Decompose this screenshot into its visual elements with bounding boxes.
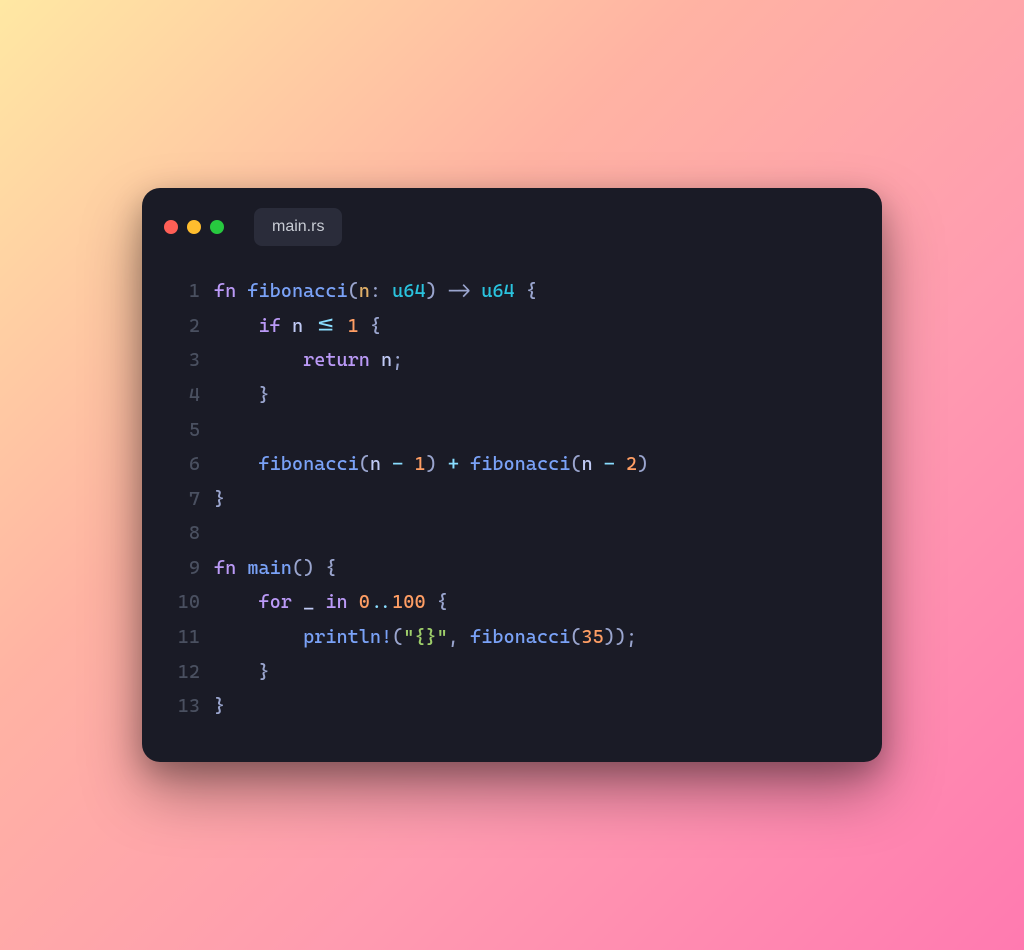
code-line: 1 fn fibonacci(n: u64) -> u64 { bbox=[158, 274, 858, 309]
code-line: 3 return n; bbox=[158, 343, 858, 378]
line-number: 11 bbox=[158, 620, 200, 655]
tab-title: main.rs bbox=[272, 218, 324, 235]
editor-window: main.rs 1 fn fibonacci(n: u64) -> u64 {2 … bbox=[142, 188, 882, 762]
close-icon[interactable] bbox=[164, 220, 178, 234]
minimize-icon[interactable] bbox=[187, 220, 201, 234]
code-content: for _ in 0..100 { bbox=[214, 585, 448, 620]
line-number: 5 bbox=[158, 413, 200, 448]
code-content: fibonacci(n - 1) + fibonacci(n - 2) bbox=[214, 447, 648, 482]
code-line: 2 if n <= 1 { bbox=[158, 309, 858, 344]
line-number: 12 bbox=[158, 655, 200, 690]
code-content: } bbox=[214, 655, 270, 690]
code-content: fn fibonacci(n: u64) -> u64 { bbox=[214, 274, 537, 309]
line-number: 9 bbox=[158, 551, 200, 586]
file-tab[interactable]: main.rs bbox=[254, 208, 342, 246]
traffic-lights bbox=[164, 220, 224, 234]
line-number: 1 bbox=[158, 274, 200, 309]
line-number: 13 bbox=[158, 689, 200, 724]
line-number: 8 bbox=[158, 516, 200, 551]
code-line: 5 bbox=[158, 413, 858, 448]
code-line: 10 for _ in 0..100 { bbox=[158, 585, 858, 620]
code-line: 6 fibonacci(n - 1) + fibonacci(n - 2) bbox=[158, 447, 858, 482]
code-line: 7} bbox=[158, 482, 858, 517]
line-number: 3 bbox=[158, 343, 200, 378]
code-line: 13} bbox=[158, 689, 858, 724]
zoom-icon[interactable] bbox=[210, 220, 224, 234]
code-content: fn main() { bbox=[214, 551, 337, 586]
code-line: 12 } bbox=[158, 655, 858, 690]
code-line: 9 fn main() { bbox=[158, 551, 858, 586]
code-line: 4 } bbox=[158, 378, 858, 413]
code-content: } bbox=[214, 689, 225, 724]
code-content: } bbox=[214, 378, 270, 413]
code-area[interactable]: 1fn fibonacci(n: u64) -> u64 {2 if n <= … bbox=[142, 254, 882, 734]
code-content: if n <= 1 { bbox=[214, 309, 381, 344]
line-number: 4 bbox=[158, 378, 200, 413]
line-number: 2 bbox=[158, 309, 200, 344]
code-content: println!("{}", fibonacci(35)); bbox=[214, 620, 637, 655]
line-number: 10 bbox=[158, 585, 200, 620]
code-line: 11 println!("{}", fibonacci(35)); bbox=[158, 620, 858, 655]
line-number: 6 bbox=[158, 447, 200, 482]
code-line: 8 bbox=[158, 516, 858, 551]
titlebar: main.rs bbox=[142, 188, 882, 254]
code-content: return n; bbox=[214, 343, 403, 378]
line-number: 7 bbox=[158, 482, 200, 517]
code-content: } bbox=[214, 482, 225, 517]
